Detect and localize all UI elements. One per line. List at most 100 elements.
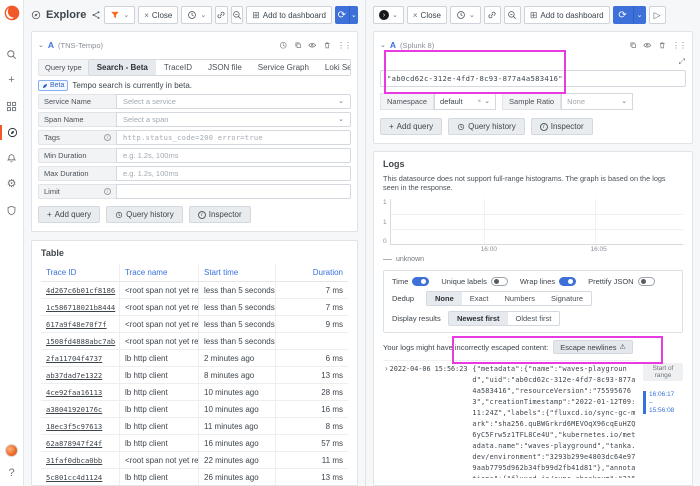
refresh-icon[interactable]: ⟳ (335, 6, 349, 24)
toggle-switch[interactable] (412, 277, 429, 286)
clear-icon[interactable]: × (478, 99, 482, 105)
namespace-select[interactable]: default × ⌄ (434, 93, 496, 110)
share-link-button[interactable] (484, 6, 501, 24)
query-type-tab[interactable]: JSON file (200, 60, 250, 75)
toggle-switch[interactable] (559, 277, 576, 286)
display-order-option[interactable]: Oldest first (508, 312, 560, 325)
log-toggle[interactable]: Prettify JSON (588, 277, 654, 286)
field-input[interactable]: http.status_code=200 error=true ⌄ (116, 130, 351, 145)
start-time-cell: 26 minutes ago (199, 469, 276, 486)
query-type-tab[interactable]: Loki Search (317, 60, 351, 75)
copy-icon[interactable] (294, 36, 303, 54)
inspector-button[interactable]: iInspector (531, 118, 593, 135)
drag-handle-icon[interactable]: ⋮⋮ (337, 41, 351, 50)
time-picker-button[interactable]: ⌄ (450, 6, 481, 24)
run-button[interactable]: ▷ (649, 6, 666, 24)
collapse-chevron-icon[interactable]: ⌄ (38, 41, 44, 49)
add-to-dashboard-button[interactable]: ⊞Add to dashboard (524, 6, 610, 24)
trace-id-link[interactable]: 1508fd4888abc7ab (41, 333, 120, 350)
trace-id-link[interactable]: ab37dad7e1322 (41, 367, 120, 384)
dedup-option[interactable]: None (427, 292, 462, 305)
help-icon[interactable]: ? (0, 466, 24, 481)
table-column-header[interactable]: Start time (199, 264, 276, 282)
sample-ratio-select[interactable]: None ⌄ (561, 93, 633, 110)
table-column-header[interactable]: Trace ID (41, 264, 120, 282)
query-type-tab[interactable]: Search - Beta (89, 60, 156, 75)
trace-id-link[interactable]: 2fa11704f4737 (41, 350, 120, 367)
refresh-interval-caret[interactable]: ⌄ (349, 6, 358, 24)
eye-icon[interactable] (643, 36, 652, 54)
query-history-button[interactable]: Query history (106, 206, 183, 223)
table-column-header[interactable]: Trace name (120, 264, 199, 282)
field-input[interactable]: e.g. 1.2s, 100ms ⌄ (116, 148, 351, 163)
datasource-picker[interactable]: ⌄ (104, 6, 135, 24)
toggle-switch[interactable] (491, 277, 508, 286)
expand-icon[interactable]: ⤢ (679, 57, 685, 67)
grafana-logo[interactable] (4, 5, 20, 21)
refresh-icon[interactable]: ⟳ (613, 6, 633, 24)
log-toggle[interactable]: Time (392, 277, 429, 286)
dashboards-icon[interactable] (0, 99, 24, 114)
dedup-option[interactable]: Numbers (497, 292, 543, 305)
trace-id-link[interactable]: 4ce92faa16113 (41, 384, 120, 401)
collapse-chevron-icon[interactable]: ⌄ (380, 41, 386, 49)
explore-compass-icon[interactable] (0, 125, 24, 140)
chart-plot-area[interactable] (390, 199, 683, 245)
legend-label[interactable]: unknown (396, 256, 424, 263)
log-row[interactable]: › 2022-04-06 15:56:23 {"metadata":{"name… (383, 360, 637, 478)
configuration-gear-icon[interactable]: ⚙ (0, 177, 24, 192)
toggle-switch[interactable] (638, 277, 655, 286)
copy-icon[interactable] (629, 36, 638, 54)
history-icon[interactable] (279, 36, 288, 54)
field-input[interactable]: Select a span ⌄ (116, 112, 351, 127)
query-history-button[interactable]: Query history (448, 118, 525, 135)
field-input[interactable]: ⌄ (116, 184, 351, 199)
query-type-tab[interactable]: TraceID (156, 60, 200, 75)
display-order-option[interactable]: Newest first (449, 312, 508, 325)
eye-icon[interactable] (308, 36, 317, 54)
log-toggle[interactable]: Wrap lines (520, 277, 576, 286)
datasource-picker[interactable]: › ⌄ (373, 6, 404, 24)
trace-id-link[interactable]: 617a9f48e70f7f (41, 316, 120, 333)
trace-id-link[interactable]: a38041920176c (41, 401, 120, 418)
trace-id-link[interactable]: 5c801cc4d1124 (41, 469, 120, 486)
server-admin-shield-icon[interactable] (0, 203, 24, 218)
trace-id-link[interactable]: 4d267c6b01cf8186 (41, 282, 120, 299)
field-input[interactable]: Select a service ⌄ (116, 94, 351, 109)
escape-newlines-button[interactable]: Escape newlines ⚠ (553, 340, 633, 354)
expand-log-chevron-icon[interactable]: › (385, 364, 388, 373)
trace-id-link[interactable]: 31faf0dbca0bb (41, 452, 120, 469)
search-icon[interactable] (0, 47, 24, 62)
zoom-out-button[interactable] (231, 6, 243, 24)
split-icon[interactable] (91, 10, 101, 20)
range-to[interactable]: 15:56:08 (649, 407, 683, 414)
query-type-tab[interactable]: Service Graph (250, 60, 317, 75)
profile-avatar[interactable] (5, 444, 18, 457)
dedup-option[interactable]: Exact (462, 292, 497, 305)
trash-icon[interactable] (658, 36, 667, 54)
add-to-dashboard-button[interactable]: ⊞Add to dashboard (246, 6, 332, 24)
search-query-input[interactable]: "ab0cd62c-312e-4fd7-8c93-877a4a583416" (380, 70, 686, 87)
trace-id-link[interactable]: 18ec3f5c97613 (41, 418, 120, 435)
add-query-button[interactable]: +Add query (380, 118, 442, 135)
trace-id-link[interactable]: 62a878947f24f (41, 435, 120, 452)
trash-icon[interactable] (323, 36, 332, 54)
trace-id-link[interactable]: 1c586718021b8444 (41, 299, 120, 316)
datasource-name: (Splunk 8) (400, 41, 434, 50)
log-toggle[interactable]: Unique labels (441, 277, 507, 286)
refresh-interval-caret[interactable]: ⌄ (633, 6, 646, 24)
inspector-button[interactable]: iInspector (189, 206, 251, 223)
share-link-button[interactable] (215, 6, 227, 24)
time-picker-button[interactable]: ⌄ (181, 6, 212, 24)
add-icon[interactable]: + (0, 73, 24, 88)
dedup-option[interactable]: Signature (543, 292, 591, 305)
add-query-button[interactable]: +Add query (38, 206, 100, 223)
field-input[interactable]: e.g. 1.2s, 100ms ⌄ (116, 166, 351, 181)
zoom-out-button[interactable] (504, 6, 521, 24)
close-button[interactable]: ×Close (407, 6, 447, 24)
drag-handle-icon[interactable]: ⋮⋮ (672, 41, 686, 50)
range-from[interactable]: 16:06:17 (649, 391, 683, 398)
table-column-header[interactable]: Duration (276, 264, 348, 282)
alerting-bell-icon[interactable] (0, 151, 24, 166)
close-button[interactable]: ×Close (138, 6, 178, 24)
